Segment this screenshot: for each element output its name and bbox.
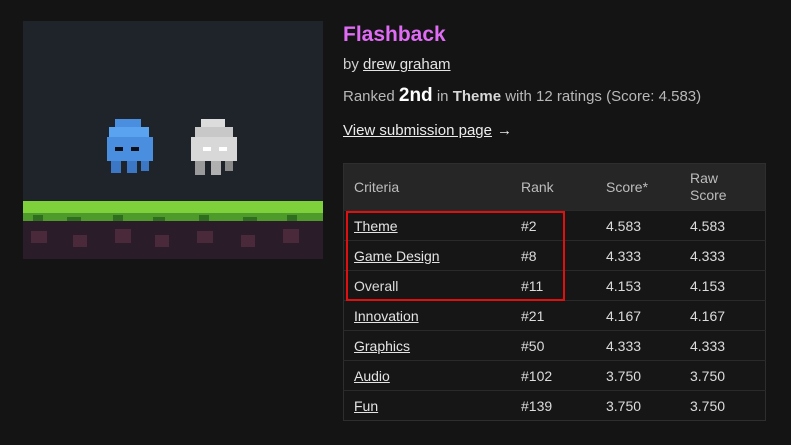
table-row: Overall #11 4.153 4.153 (343, 270, 766, 301)
table-header-row: Criteria Rank Score* Raw Score (343, 163, 766, 211)
author-link[interactable]: drew graham (363, 56, 451, 73)
criteria-cell: Fun (343, 390, 511, 421)
thumbnail-pixel-art (23, 21, 323, 259)
rank-cell: #8 (511, 240, 596, 271)
criteria-link-audio[interactable]: Audio (354, 368, 390, 384)
submission-info: Flashback by drew graham Ranked 2nd in T… (343, 20, 773, 143)
in-label: in (436, 88, 449, 105)
view-submission-link[interactable]: View submission page → (343, 119, 512, 143)
raw-score-cell: 3.750 (680, 390, 766, 421)
criteria-header: Criteria (343, 163, 511, 211)
raw-score-cell: 3.750 (680, 360, 766, 391)
table-row: Theme #2 4.583 4.583 (343, 210, 766, 241)
raw-score-cell: 4.333 (680, 240, 766, 271)
table-row: Graphics #50 4.333 4.333 (343, 330, 766, 361)
raw-score-cell: 4.583 (680, 210, 766, 241)
by-label: by (343, 56, 359, 73)
raw-score-label: Raw Score (690, 170, 727, 203)
score-cell: 4.167 (596, 300, 680, 331)
criteria-cell: Graphics (343, 330, 511, 361)
rank-cell: #50 (511, 330, 596, 361)
ranked-label: Ranked (343, 88, 395, 105)
criteria-cell: Audio (343, 360, 511, 391)
author-line: by drew graham (343, 53, 773, 77)
rank-cell: #139 (511, 390, 596, 421)
table-row: Audio #102 3.750 3.750 (343, 360, 766, 391)
criteria-cell: Innovation (343, 300, 511, 331)
criteria-cell: Overall (343, 270, 511, 301)
white-ghost-sprite (191, 119, 237, 175)
table-row: Game Design #8 4.333 4.333 (343, 240, 766, 271)
criteria-link-graphics[interactable]: Graphics (354, 338, 410, 354)
rank-header: Rank (511, 163, 596, 211)
raw-score-cell: 4.167 (680, 300, 766, 331)
raw-score-cell: 4.153 (680, 270, 766, 301)
dirt-strip (23, 221, 323, 259)
rank-cell: #21 (511, 300, 596, 331)
grass-strip (23, 201, 323, 213)
score-cell: 3.750 (596, 360, 680, 391)
criteria-link-theme[interactable]: Theme (354, 218, 398, 234)
rank-cell: #2 (511, 210, 596, 241)
score-cell: 3.750 (596, 390, 680, 421)
ratings-text: with 12 ratings (Score: 4.583) (505, 88, 702, 105)
blue-ghost-sprite (107, 119, 153, 173)
table-row: Innovation #21 4.167 4.167 (343, 300, 766, 331)
view-submission-label: View submission page (343, 122, 492, 139)
score-cell: 4.583 (596, 210, 680, 241)
criteria-link-fun[interactable]: Fun (354, 398, 378, 414)
rank-cell: #11 (511, 270, 596, 301)
table-row: Fun #139 3.750 3.750 (343, 390, 766, 421)
results-table: Criteria Rank Score* Raw Score Theme #2 … (343, 163, 766, 421)
criteria-cell: Theme (343, 210, 511, 241)
submission-results-page: Flashback by drew graham Ranked 2nd in T… (0, 0, 791, 445)
score-header: Score* (596, 163, 680, 211)
rank-place: 2nd (398, 85, 433, 106)
criteria-cell: Game Design (343, 240, 511, 271)
score-cell: 4.333 (596, 240, 680, 271)
game-title[interactable]: Flashback (343, 20, 773, 50)
criteria-link-game-design[interactable]: Game Design (354, 248, 440, 264)
arrow-right-icon: → (496, 122, 512, 139)
raw-score-header: Raw Score (680, 163, 766, 211)
criteria-link-innovation[interactable]: Innovation (354, 308, 419, 324)
raw-score-cell: 4.333 (680, 330, 766, 361)
ranking-summary: Ranked 2nd in Theme with 12 ratings (Sco… (343, 84, 773, 108)
game-thumbnail[interactable] (23, 21, 323, 259)
score-cell: 4.153 (596, 270, 680, 301)
rank-criteria: Theme (452, 88, 502, 105)
rank-cell: #102 (511, 360, 596, 391)
score-cell: 4.333 (596, 330, 680, 361)
